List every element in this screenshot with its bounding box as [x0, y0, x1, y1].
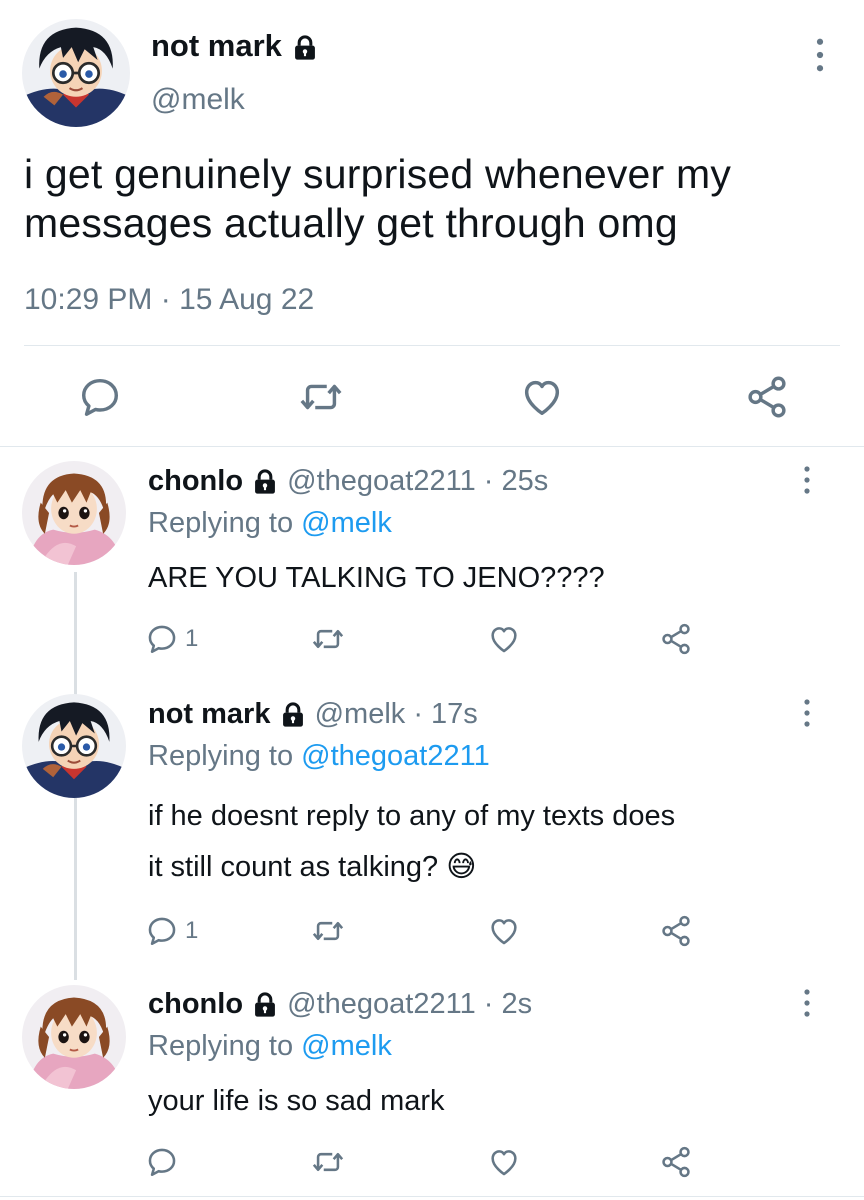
more-options-icon[interactable] [802, 988, 812, 1018]
lock-icon [279, 701, 307, 729]
share-icon[interactable] [659, 914, 693, 948]
divider [0, 446, 864, 447]
share-icon[interactable] [659, 622, 693, 656]
reply-text-line-2: it still count as talking? 😅 [148, 841, 675, 892]
reply-icon[interactable] [145, 914, 179, 948]
divider [0, 1196, 864, 1197]
like-icon[interactable] [487, 622, 521, 656]
reply-header: chonlo @thegoat2211 · 25s [148, 463, 548, 499]
display-name[interactable]: chonlo [148, 988, 243, 1020]
handle-time[interactable]: @melk · 17s [315, 698, 478, 730]
replying-to-label: Replying to [148, 1030, 294, 1062]
handle[interactable]: @melk [151, 82, 245, 118]
reply-icon[interactable] [145, 622, 179, 656]
tweet-text: i get genuinely surprised whenever my me… [24, 150, 731, 248]
lock-icon [251, 991, 279, 1019]
replying-to-label: Replying to [148, 507, 294, 539]
replying-to: Replying to @thegoat2211 [148, 738, 490, 774]
reply-count: 1 [185, 917, 199, 944]
retweet-icon[interactable] [298, 374, 344, 420]
mention-link[interactable]: @melk [301, 507, 392, 539]
avatar[interactable] [22, 694, 126, 798]
more-options-icon[interactable] [802, 465, 812, 495]
lock-icon [251, 468, 279, 496]
like-icon[interactable] [487, 914, 521, 948]
avatar[interactable] [22, 985, 126, 1089]
display-name[interactable]: chonlo [148, 465, 243, 497]
divider [24, 345, 840, 346]
lock-icon [291, 34, 319, 62]
reply-text-line: if he doesnt reply to any of my texts do… [148, 800, 676, 832]
reply-count: 1 [185, 625, 199, 652]
timestamp[interactable]: 10:29 PM · 15 Aug 22 [24, 282, 314, 318]
sweat-smile-emoji: 😅 [446, 849, 477, 883]
reply-header: not mark @melk · 17s [148, 696, 478, 732]
reply-text: your life is so sad mark [148, 1085, 445, 1117]
like-icon[interactable] [487, 1145, 521, 1179]
handle-time[interactable]: @thegoat2211 · 2s [287, 988, 532, 1020]
display-name[interactable]: not mark [148, 698, 270, 730]
replying-to-label: Replying to [148, 740, 294, 772]
reply-text-line: it still count as talking? [148, 851, 439, 883]
avatar[interactable] [22, 461, 126, 565]
retweet-icon[interactable] [311, 1145, 345, 1179]
retweet-icon[interactable] [311, 622, 345, 656]
mention-link[interactable]: @thegoat2211 [301, 740, 490, 772]
reply-text: ARE YOU TALKING TO JENO???? [148, 562, 605, 594]
share-icon[interactable] [744, 374, 790, 420]
replying-to: Replying to @melk [148, 505, 392, 541]
mention-link[interactable]: @melk [301, 1030, 392, 1062]
reply-icon[interactable] [77, 374, 123, 420]
replying-to: Replying to @melk [148, 1028, 392, 1064]
share-icon[interactable] [659, 1145, 693, 1179]
tweet-text-line: messages actually get through omg [24, 200, 678, 246]
handle-time[interactable]: @thegoat2211 · 25s [287, 465, 548, 497]
more-options-icon[interactable] [814, 37, 826, 73]
reply-icon[interactable] [145, 1145, 179, 1179]
like-icon[interactable] [519, 374, 565, 420]
display-name-text[interactable]: not mark [151, 28, 282, 63]
more-options-icon[interactable] [802, 698, 812, 728]
display-name[interactable]: not mark [151, 28, 319, 64]
reply-header: chonlo @thegoat2211 · 2s [148, 986, 532, 1022]
retweet-icon[interactable] [311, 914, 345, 948]
avatar[interactable] [22, 19, 130, 127]
tweet-text-line: i get genuinely surprised whenever my [24, 151, 732, 197]
reply-text: if he doesnt reply to any of my texts do… [148, 791, 675, 892]
